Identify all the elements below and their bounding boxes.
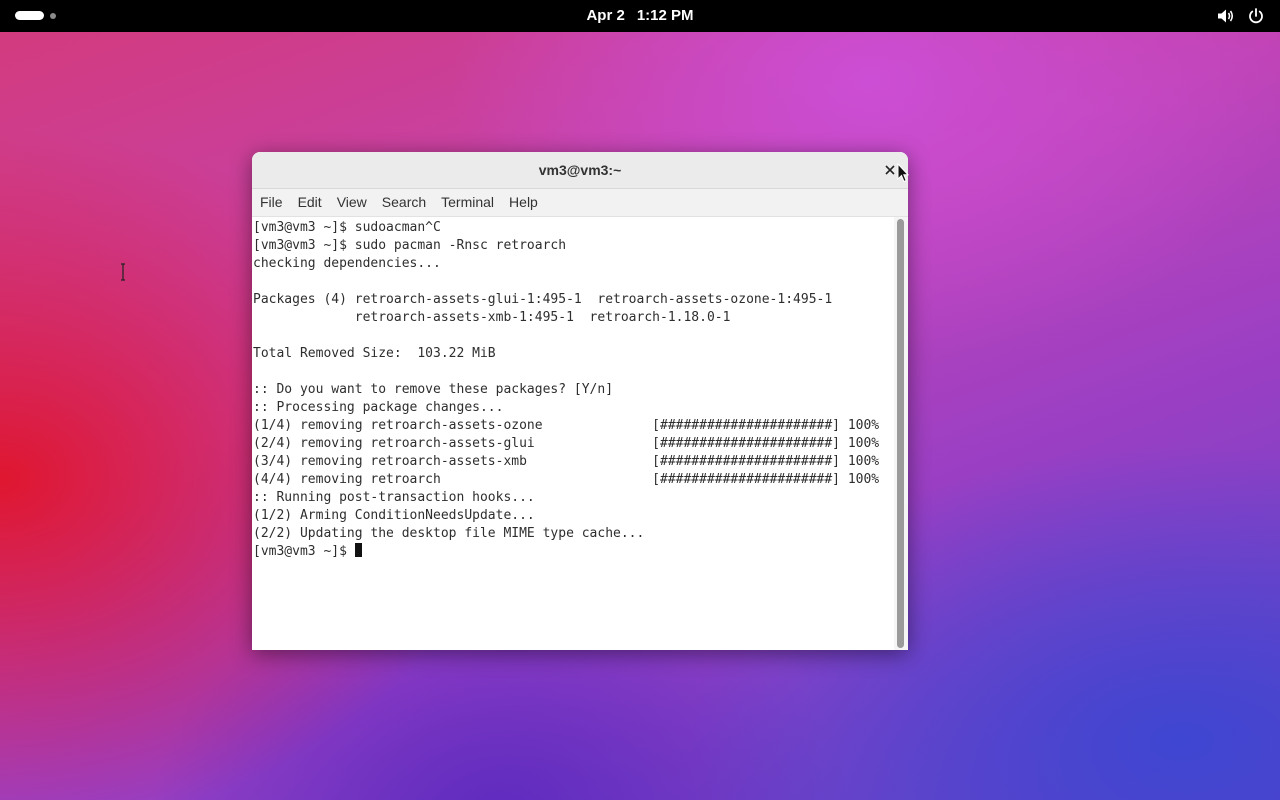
text-cursor-icon (121, 263, 125, 281)
clock-button[interactable]: Apr 2 1:12 PM (574, 7, 705, 24)
terminal-line: Packages (4) retroarch-assets-glui-1:495… (253, 292, 833, 307)
terminal-line: retroarch-assets-xmb-1:495-1 retroarch-1… (253, 310, 731, 325)
mouse-pointer-icon (897, 163, 909, 183)
terminal-line: (1/2) Arming ConditionNeedsUpdate... (253, 508, 535, 523)
menu-bar: File Edit View Search Terminal Help (252, 189, 908, 217)
menu-edit[interactable]: Edit (290, 189, 329, 216)
menu-help[interactable]: Help (501, 189, 545, 216)
menu-file[interactable]: File (252, 189, 290, 216)
close-icon (885, 165, 895, 175)
terminal-line: :: Processing package changes... (253, 400, 504, 415)
terminal-line: :: Do you want to remove these packages?… (253, 382, 614, 397)
menu-view[interactable]: View (329, 189, 374, 216)
text-cursor (354, 543, 362, 557)
terminal-output[interactable]: [vm3@vm3 ~]$ sudoacman^C [vm3@vm3 ~]$ su… (252, 217, 894, 650)
top-bar: Apr 2 1:12 PM (0, 0, 1280, 32)
terminal-line: (1/4) removing retroarch-assets-ozone [#… (253, 418, 880, 433)
window-title: vm3@vm3:~ (538, 162, 622, 178)
clock: Apr 2 1:12 PM (0, 0, 1280, 32)
terminal-line: [vm3@vm3 ~]$ sudo pacman -Rnsc retroarch (253, 238, 567, 253)
menu-search[interactable]: Search (374, 189, 433, 216)
activities-button[interactable] (15, 11, 75, 21)
terminal-line: (4/4) removing retroarch [##############… (253, 472, 880, 487)
menu-terminal[interactable]: Terminal (433, 189, 501, 216)
scrollbar-thumb[interactable] (897, 219, 904, 648)
terminal-line: (2/4) removing retroarch-assets-glui [##… (253, 436, 880, 451)
terminal-line: :: Running post-transaction hooks... (253, 490, 535, 505)
clock-date: Apr 2 (586, 7, 625, 24)
terminal-prompt-line: [vm3@vm3 ~]$ (253, 543, 362, 561)
terminal-window[interactable]: vm3@vm3:~ File Edit View Search Terminal… (252, 152, 908, 650)
window-titlebar[interactable]: vm3@vm3:~ (252, 152, 908, 189)
terminal-line: (3/4) removing retroarch-assets-xmb [###… (253, 454, 880, 469)
clock-time: 1:12 PM (636, 7, 694, 24)
volume-icon[interactable] (1216, 6, 1236, 26)
terminal-line: [vm3@vm3 ~]$ sudoacman^C (253, 220, 441, 235)
workspace-indicator-inactive (50, 13, 56, 19)
terminal-scrollbar[interactable] (894, 217, 908, 650)
workspace-indicator-active (15, 11, 44, 20)
terminal-line: checking dependencies... (253, 256, 441, 271)
system-tray[interactable] (1216, 6, 1266, 26)
terminal-line: (2/2) Updating the desktop file MIME typ… (253, 526, 645, 541)
terminal-prompt: [vm3@vm3 ~]$ (253, 544, 355, 559)
terminal-line: Total Removed Size: 103.22 MiB (253, 346, 496, 361)
power-icon[interactable] (1246, 6, 1266, 26)
